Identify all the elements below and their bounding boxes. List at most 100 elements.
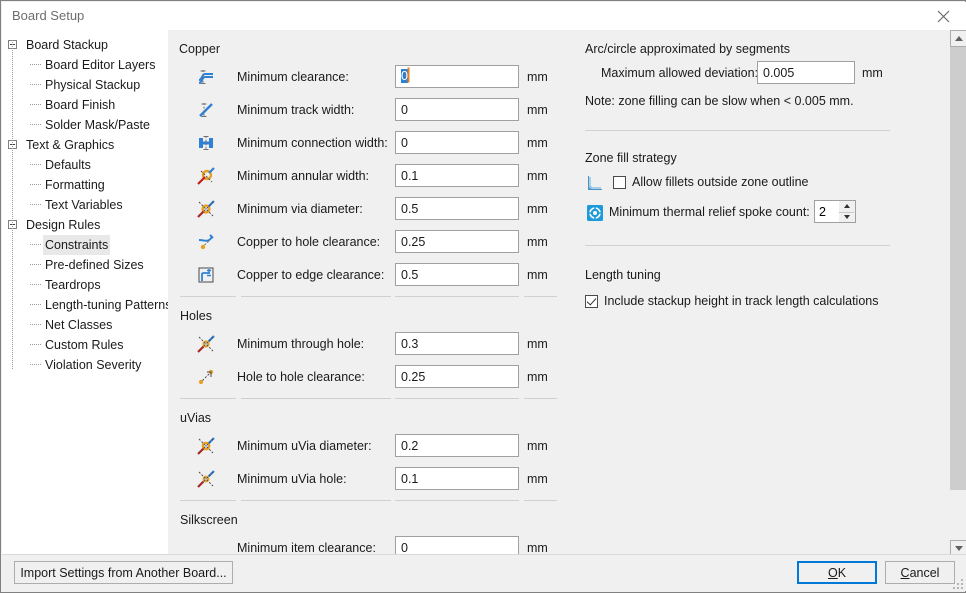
row-unit: mm <box>527 103 548 117</box>
selected-text: 0 <box>401 69 408 83</box>
minimum-track-width-input[interactable] <box>395 98 519 121</box>
ok-label-rest: K <box>837 565 847 580</box>
sidebar-item-solder-mask-paste[interactable]: Solder Mask/Paste <box>2 115 168 135</box>
sidebar-item-label: Custom Rules <box>45 338 124 352</box>
maximum-allowed-deviation-label: Maximum allowed deviation: <box>601 66 759 80</box>
minimum-annular-width-input[interactable] <box>395 164 519 187</box>
length-tuning-group-title: Length tuning <box>585 268 661 282</box>
sidebar-item-label: Text & Graphics <box>26 138 115 152</box>
row-unit: mm <box>527 70 548 84</box>
sidebar-item-length-tuning-patterns[interactable]: Length-tuning Patterns <box>2 295 168 315</box>
copper-to-hole-clearance-input[interactable] <box>395 230 519 253</box>
board-setup-dialog: Board Setup Board Stackup Board Editor La… <box>0 0 966 593</box>
deviation-unit: mm <box>862 66 883 80</box>
sidebar-item-constraints[interactable]: Constraints <box>2 235 168 255</box>
tree-branch-line <box>30 264 41 265</box>
sidebar-item-text-graphics[interactable]: Text & Graphics <box>2 135 168 155</box>
dialog-button-bar: Import Settings from Another Board... OK… <box>2 554 966 591</box>
maximum-allowed-deviation-input[interactable] <box>757 61 855 84</box>
sidebar-item-formatting[interactable]: Formatting <box>2 175 168 195</box>
arc-note: Note: zone filling can be slow when < 0.… <box>585 94 854 108</box>
window-title: Board Setup <box>12 8 85 23</box>
sidebar-item-net-classes[interactable]: Net Classes <box>2 315 168 335</box>
sidebar-item-board-editor-layers[interactable]: Board Editor Layers <box>2 55 168 75</box>
min-uvia-hole-icon <box>193 466 219 492</box>
minimum-via-diameter-input[interactable] <box>395 197 519 220</box>
row-label: Minimum uVia hole: <box>237 472 347 486</box>
ok-mnemonic: O <box>827 565 838 580</box>
min-annular-width-icon <box>193 163 219 189</box>
scroll-down-icon <box>954 546 963 551</box>
copper-group-title: Copper <box>179 42 220 56</box>
tree-branch-line <box>30 64 41 65</box>
sidebar-item-pre-defined-sizes[interactable]: Pre-defined Sizes <box>2 255 168 275</box>
scrollbar-up-button[interactable] <box>950 30 966 47</box>
section-separator <box>180 296 236 297</box>
cancel-button-label: Cancel <box>901 566 940 580</box>
import-settings-button[interactable]: Import Settings from Another Board... <box>14 561 233 584</box>
min-uvia-diameter-icon <box>193 433 219 459</box>
scrollbar-thumb[interactable] <box>950 47 966 490</box>
spoke-count-input[interactable] <box>814 200 840 223</box>
sidebar-item-defaults[interactable]: Defaults <box>2 155 168 175</box>
hole-to-hole-clearance-input[interactable] <box>395 365 519 388</box>
section-separator <box>180 398 236 399</box>
spoke-count-decrement[interactable] <box>839 212 854 223</box>
sidebar-item-board-stackup[interactable]: Board Stackup <box>2 35 168 55</box>
sidebar-item-label: Length-tuning Patterns <box>45 298 168 312</box>
resize-grip[interactable] <box>951 577 963 589</box>
section-separator <box>395 500 519 501</box>
tree-branch-line <box>30 124 41 125</box>
arc-group-title: Arc/circle approximated by segments <box>585 42 790 56</box>
sidebar-item-design-rules[interactable]: Design Rules <box>2 215 168 235</box>
minimum-uvia-hole-input[interactable] <box>395 467 519 490</box>
uvias-group-title: uVias <box>180 411 212 425</box>
ok-button-label: OK <box>828 566 846 580</box>
cancel-button[interactable]: Cancel <box>885 561 955 584</box>
sidebar-item-physical-stackup[interactable]: Physical Stackup <box>2 75 168 95</box>
row-label: Copper to edge clearance: <box>237 268 385 282</box>
sidebar-item-label: Board Stackup <box>26 38 108 52</box>
tree-branch-line <box>30 284 41 285</box>
minimum-uvia-diameter-input[interactable] <box>395 434 519 457</box>
close-icon <box>937 10 950 22</box>
sidebar-item-teardrops[interactable]: Teardrops <box>2 275 168 295</box>
copper-to-edge-icon <box>193 262 219 288</box>
row-label: Minimum annular width: <box>237 169 369 183</box>
close-button[interactable] <box>921 2 966 30</box>
section-separator <box>395 296 519 297</box>
row-label: Minimum via diameter: <box>237 202 363 216</box>
section-separator <box>395 398 519 399</box>
row-label: Minimum clearance: <box>237 70 349 84</box>
arrow-up-icon <box>843 204 850 209</box>
settings-tree-panel[interactable]: Board Stackup Board Editor Layers Physical… <box>2 30 168 557</box>
sidebar-item-text-variables[interactable]: Text Variables <box>2 195 168 215</box>
allow-fillets-checkbox[interactable] <box>613 176 626 189</box>
row-unit: mm <box>527 202 548 216</box>
length-tuning-separator <box>585 245 890 246</box>
row-unit: mm <box>527 439 548 453</box>
copper-to-edge-clearance-input[interactable] <box>395 263 519 286</box>
tree-branch-line <box>30 324 41 325</box>
minimum-clearance-input[interactable]: 0 <box>395 65 519 88</box>
constraints-scrollbar[interactable] <box>949 30 966 557</box>
spoke-count-stepper[interactable] <box>839 200 856 223</box>
minimum-connection-width-input[interactable] <box>395 131 519 154</box>
tree-branch-line <box>30 204 41 205</box>
include-stackup-height-checkbox[interactable] <box>585 295 598 308</box>
minimum-through-hole-input[interactable] <box>395 332 519 355</box>
sidebar-item-label: Board Finish <box>45 98 116 112</box>
sidebar-item-label: Design Rules <box>26 218 101 232</box>
sidebar-item-violation-severity[interactable]: Violation Severity <box>2 355 168 375</box>
ok-button[interactable]: OK <box>797 561 877 584</box>
tree-branch-line <box>30 304 41 305</box>
sidebar-item-board-finish[interactable]: Board Finish <box>2 95 168 115</box>
row-label: Minimum track width: <box>237 103 355 117</box>
row-unit: mm <box>527 169 548 183</box>
thermal-relief-icon <box>585 203 605 226</box>
section-separator <box>524 500 557 501</box>
cancel-label-rest: ancel <box>909 565 940 580</box>
sidebar-item-custom-rules[interactable]: Custom Rules <box>2 335 168 355</box>
sidebar-item-label: Text Variables <box>45 198 123 212</box>
settings-tree: Board Stackup Board Editor Layers Physical… <box>2 30 168 375</box>
